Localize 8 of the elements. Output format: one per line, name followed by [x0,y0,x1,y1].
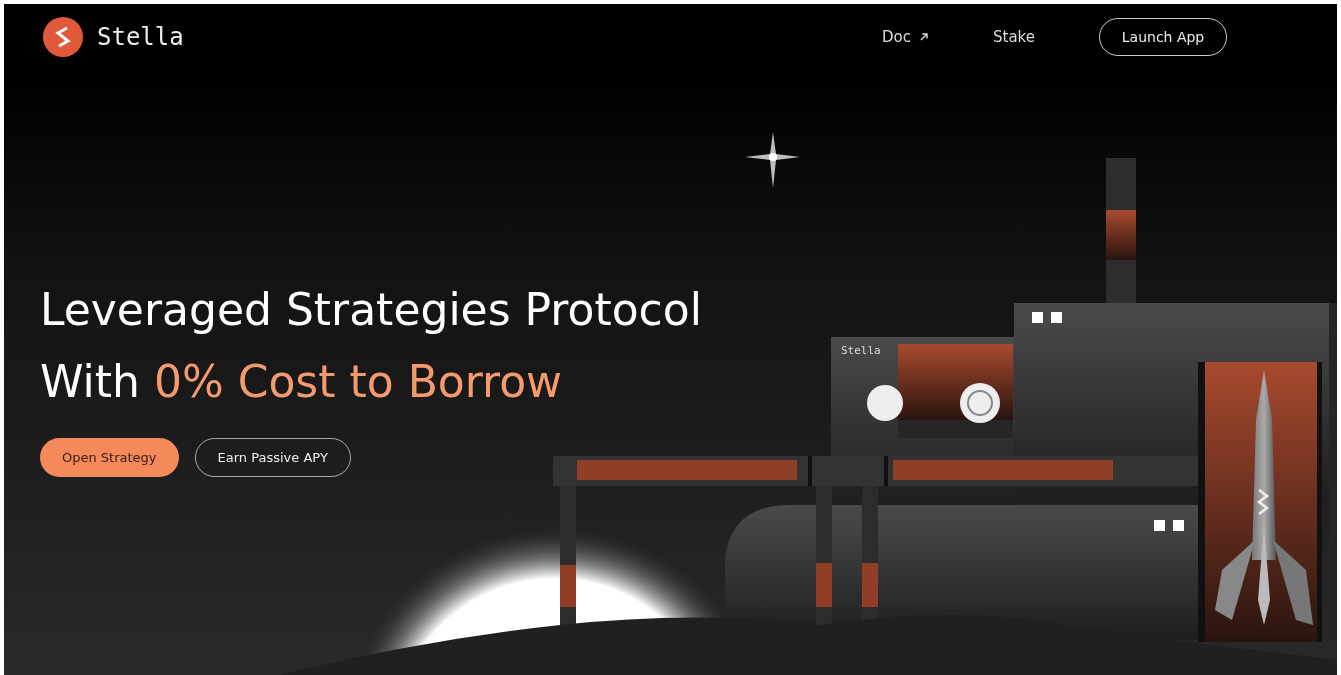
logo-icon [43,17,83,57]
hero-subtitle: With 0% Cost to Borrow [40,355,563,409]
factory-sign-text: Stella [841,344,881,357]
nav-link[interactable]: Doc [882,28,929,46]
nav-link[interactable]: Stake [993,28,1035,46]
brand-name: Stella [97,23,184,51]
open-strategy-button[interactable]: Open Strategy [40,438,179,477]
hero-title: Leveraged Strategies Protocol [40,283,702,337]
